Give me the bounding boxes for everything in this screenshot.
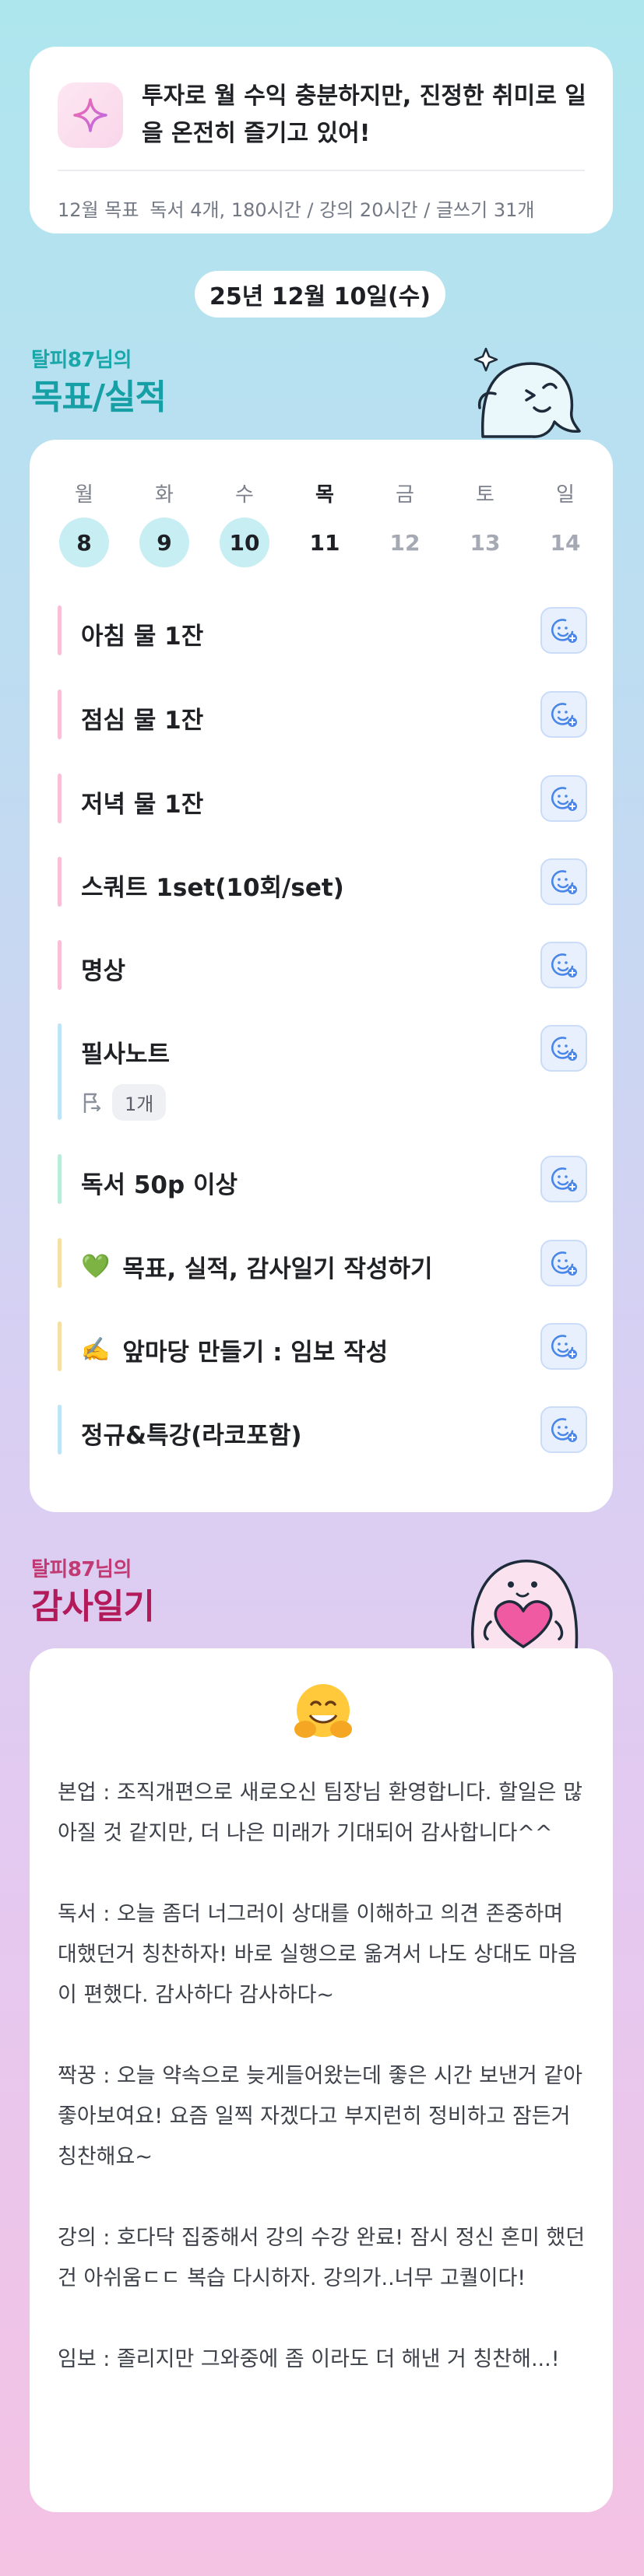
weekday-thu: 목 xyxy=(315,483,334,507)
smiley-add-icon[interactable] xyxy=(540,1406,587,1453)
smiley-add-icon[interactable] xyxy=(540,1323,587,1370)
task-label-text: 앞마당 만들기 : 임보 작성 xyxy=(122,1339,389,1367)
smiley-add-icon[interactable] xyxy=(540,942,587,988)
journal-entry: 본업 : 조직개편으로 새로오신 팀장님 환영합니다. 할일은 많아질 것 같지… xyxy=(58,1781,582,1845)
task-row: 💚 목표, 실적, 감사일기 작성하기 xyxy=(58,1238,587,1288)
task-row: ✍️ 앞마당 만들기 : 임보 작성 xyxy=(58,1321,587,1371)
day-thu[interactable]: 11 xyxy=(300,518,350,567)
task-color-bar xyxy=(58,605,62,655)
ghost-mascot-icon xyxy=(473,347,581,438)
monthly-goal-prefix: 12월 목표 xyxy=(58,199,139,221)
task-row: 독서 50p 이상 xyxy=(58,1154,587,1204)
task-label: 필사노트 xyxy=(81,1041,171,1069)
journal-entry: 짝꿍 : 오늘 약속으로 늦게들어왔는데 좋은 시간 보낸거 같아 좋아보여요!… xyxy=(58,2064,582,2169)
task-color-bar xyxy=(58,857,62,907)
task-row: 저녁 물 1잔 xyxy=(58,774,587,823)
gratitude-title: 감사일기 xyxy=(31,1587,155,1627)
weekday-mon: 월 xyxy=(75,483,93,507)
repeat-flag-icon xyxy=(83,1093,101,1113)
task-color-bar xyxy=(58,1154,62,1204)
task-label: 💚 목표, 실적, 감사일기 작성하기 xyxy=(81,1249,433,1284)
hugging-face-icon xyxy=(290,1679,357,1746)
green-heart-icon: 💚 xyxy=(81,1253,111,1280)
task-label: 정규&특강(라코포함) xyxy=(81,1422,302,1450)
day-fri[interactable]: 12 xyxy=(380,518,430,567)
task-row: 필사노트 1개 xyxy=(58,1023,587,1121)
task-color-bar xyxy=(58,1023,62,1120)
task-color-bar xyxy=(58,690,62,739)
smiley-add-icon[interactable] xyxy=(540,691,587,738)
goals-card: 월 화 수 목 금 토 일 8 9 10 11 12 13 14 아침 물 1잔… xyxy=(30,440,613,1512)
task-label: 아침 물 1잔 xyxy=(81,623,204,651)
smiley-add-icon[interactable] xyxy=(540,775,587,822)
task-row: 아침 물 1잔 xyxy=(58,605,587,655)
task-subinfo: 1개 xyxy=(81,1084,167,1121)
task-color-bar xyxy=(58,774,62,823)
task-color-bar xyxy=(58,1238,62,1288)
task-row: 점심 물 1잔 xyxy=(58,690,587,739)
smiley-add-icon[interactable] xyxy=(540,1025,587,1072)
day-sat[interactable]: 13 xyxy=(460,518,510,567)
record-count-badge: 1개 xyxy=(112,1084,167,1121)
day-sun[interactable]: 14 xyxy=(540,518,590,567)
gratitude-journal: 본업 : 조직개편으로 새로오신 팀장님 환영합니다. 할일은 많아질 것 같지… xyxy=(58,1773,587,2380)
weekday-sun: 일 xyxy=(556,483,575,507)
day-mon[interactable]: 8 xyxy=(59,518,109,567)
smiley-add-icon[interactable] xyxy=(540,607,587,654)
weekday-fri: 금 xyxy=(396,483,414,507)
heart-mascot-icon xyxy=(470,1560,579,1651)
day-wed[interactable]: 10 xyxy=(220,518,269,567)
task-label: 점심 물 1잔 xyxy=(81,707,204,735)
task-color-bar xyxy=(58,1405,62,1455)
sparkle-icon xyxy=(58,82,123,148)
weekday-tue: 화 xyxy=(155,483,174,507)
motto-card: 투자로 월 수익 충분하지만, 진정한 취미로 일을 온전히 즐기고 있어! 1… xyxy=(30,47,613,233)
task-row: 명상 xyxy=(58,940,587,990)
gratitude-card: 본업 : 조직개편으로 새로오신 팀장님 환영합니다. 할일은 많아질 것 같지… xyxy=(30,1648,613,2512)
task-row: 정규&특강(라코포함) xyxy=(58,1405,587,1455)
task-label: 독서 50p 이상 xyxy=(81,1171,238,1199)
motto-text: 투자로 월 수익 충분하지만, 진정한 취미로 일을 온전히 즐기고 있어! xyxy=(142,82,586,147)
writing-hand-icon: ✍️ xyxy=(81,1336,111,1363)
task-label: ✍️ 앞마당 만들기 : 임보 작성 xyxy=(81,1332,388,1367)
task-row: 스쿼트 1set(10회/set) xyxy=(58,857,587,907)
smiley-add-icon[interactable] xyxy=(540,1156,587,1202)
task-label: 명상 xyxy=(81,957,126,985)
monthly-goal-text: 독서 4개, 180시간 / 강의 20시간 / 글쓰기 31개 xyxy=(150,199,535,221)
task-color-bar xyxy=(58,1321,62,1371)
date-selector[interactable]: 25년 12월 10일(수) xyxy=(195,271,445,318)
task-color-bar xyxy=(58,940,62,990)
journal-entry: 강의 : 호다닥 집중해서 강의 수강 완료! 잠시 정신 혼미 했던건 아쉬움… xyxy=(58,2226,586,2290)
monthly-goal: 12월 목표 독서 4개, 180시간 / 강의 20시간 / 글쓰기 31개 xyxy=(58,195,545,222)
smiley-add-icon[interactable] xyxy=(540,1240,587,1286)
journal-entry: 임보 : 졸리지만 그와중에 좀 이라도 더 해낸 거 칭찬해...! xyxy=(58,2347,560,2371)
day-tue[interactable]: 9 xyxy=(139,518,189,567)
task-label: 스쿼트 1set(10회/set) xyxy=(81,874,344,902)
weekday-wed: 수 xyxy=(235,483,254,507)
journal-entry: 독서 : 오늘 좀더 너그러이 상대를 이해하고 의견 존중하며 대했던거 칭찬… xyxy=(58,1902,578,2007)
goals-title: 목표/실적 xyxy=(31,377,167,417)
task-label: 저녁 물 1잔 xyxy=(81,791,204,819)
smiley-add-icon[interactable] xyxy=(540,858,587,905)
banner-divider xyxy=(58,170,585,171)
weekday-sat: 토 xyxy=(476,483,494,507)
task-label-text: 목표, 실적, 감사일기 작성하기 xyxy=(122,1255,433,1283)
